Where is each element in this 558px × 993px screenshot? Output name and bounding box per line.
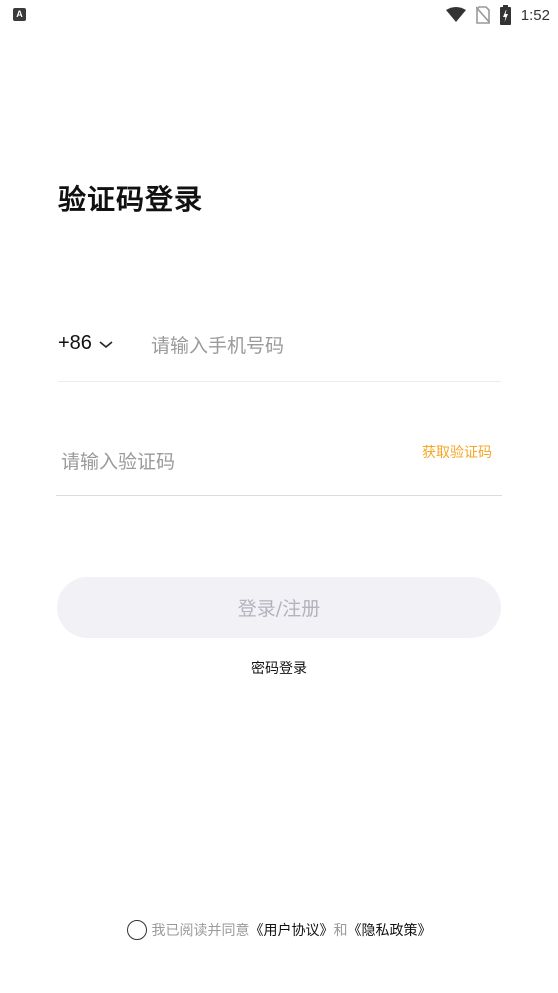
agreement-checkbox[interactable] [126, 920, 147, 940]
country-code-selector[interactable]: +86 [58, 332, 114, 355]
agreement-prefix: 我已阅读并同意 [151, 923, 250, 939]
battery-charging-icon [499, 5, 511, 25]
chevron-down-icon [99, 340, 113, 348]
notification-a-icon: A [13, 8, 26, 21]
user-agreement-link[interactable]: 《用户协议》 [250, 920, 334, 940]
status-time: 1:52 [520, 6, 550, 24]
verification-code-input[interactable] [61, 442, 391, 482]
wifi-icon [445, 7, 466, 22]
country-code: +86 [58, 332, 92, 354]
login-register-button[interactable]: 登录/注册 [57, 577, 501, 638]
agreement-and: 和 [333, 923, 348, 939]
agreement-row: 我已阅读并同意 《用户协议》 和 《隐私政策》 [0, 920, 558, 940]
get-code-button[interactable]: 获取验证码 [422, 442, 492, 462]
no-sim-icon [475, 6, 490, 24]
status-bar: A 1:52 [0, 0, 558, 30]
phone-row: +86 [58, 326, 501, 382]
code-row: 获取验证码 [56, 438, 502, 496]
privacy-policy-link[interactable]: 《隐私政策》 [348, 920, 432, 940]
password-login-link[interactable]: 密码登录 [0, 658, 558, 678]
phone-input[interactable] [151, 326, 491, 366]
page-title: 验证码登录 [58, 183, 204, 216]
status-icons: 1:52 [445, 4, 550, 26]
